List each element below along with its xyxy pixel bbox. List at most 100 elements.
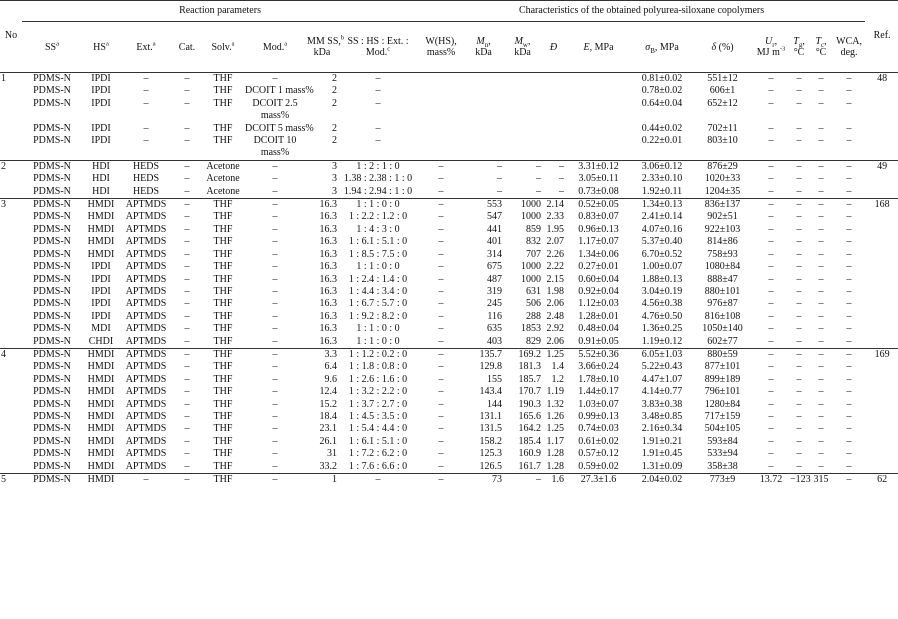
cell-mn: 675	[487, 261, 503, 273]
table-row: PDMS-N HMDI APTMDS – THF – 9.6 1 : 2.6 : 1.6 : …	[0, 374, 898, 386]
cell-wca: –	[846, 273, 852, 285]
cell-mmss: 16.3	[319, 261, 338, 273]
cell-mmss: 18.4	[319, 410, 338, 422]
cell-cat: –	[184, 85, 190, 97]
cell-mod: –	[272, 423, 278, 435]
cell-ur: –	[768, 223, 774, 235]
cell-ss: PDMS-N	[33, 248, 71, 260]
cell-d: 2.22	[546, 261, 565, 273]
cell-d: 1.17	[546, 435, 565, 447]
cell-mmss: 16.3	[319, 236, 338, 248]
cell-d: 1.25	[542, 347, 566, 362]
cell-wca: –	[846, 361, 852, 373]
cell-tg: –	[796, 135, 802, 147]
cell-hs: HMDI	[82, 198, 120, 212]
cell-mn: 547	[487, 211, 503, 223]
cell-tg: –	[796, 323, 802, 335]
cell-sigma: 1.31±0.09	[641, 460, 683, 472]
cell-wca: –	[846, 248, 852, 260]
cell-delta: 902±51	[707, 211, 738, 223]
cell-solv: THF	[213, 361, 233, 373]
cell-wca: –	[846, 236, 852, 248]
cell-ur: –	[768, 122, 774, 134]
cell-ratio: 1 : 1 : 0 : 0	[356, 261, 400, 273]
cell-ratio: 1 : 2.6 : 1.6 : 0	[348, 373, 408, 385]
cell-cat: –	[184, 273, 190, 285]
cell-d	[542, 98, 565, 123]
cell-delta: 922±103	[704, 223, 741, 235]
cell-cat: –	[172, 347, 202, 362]
cell-sigma: 1.19±0.12	[641, 335, 683, 347]
cell-e: 0.60±0.04	[578, 273, 619, 285]
cell-hs: HMDI	[87, 386, 115, 398]
cell-solv: THF	[213, 223, 233, 235]
cell-delta: 877±101	[704, 361, 741, 373]
cell-wca: –	[846, 261, 852, 273]
cell-ss: PDMS-N	[33, 85, 71, 97]
cell-ratio: 1.38 : 2.38 : 1 : 0	[343, 173, 413, 185]
cell-delta: 606±1	[709, 85, 736, 97]
cell-d: –	[559, 173, 565, 185]
cell-mn: 401	[487, 236, 503, 248]
cell-hs: HDI	[92, 185, 110, 197]
cell-cat: –	[184, 398, 190, 410]
cell-mw: 1853	[521, 323, 542, 335]
cell-ref	[865, 374, 898, 386]
cell-wca: –	[846, 223, 852, 235]
cell-ref: 169	[865, 347, 898, 362]
cell-solv: THF	[213, 285, 233, 297]
cell-ext: –	[143, 97, 149, 109]
cell-whs: –	[438, 448, 444, 460]
table-row: PDMS-N HMDI APTMDS – THF – 16.3 1 : 8.5 : 7.5 :…	[0, 249, 898, 261]
cell-whs: –	[438, 373, 444, 385]
cell-ext: APTMDS	[125, 236, 167, 248]
cell-hs: HMDI	[87, 435, 115, 447]
cell-tg: –	[796, 460, 802, 472]
cell-sigma: 4.14±0.77	[641, 386, 683, 398]
cell-tc: –	[818, 386, 824, 398]
cell-e: 0.73±0.08	[578, 185, 619, 197]
cell-tg: –	[796, 248, 802, 260]
cell-tc: –	[818, 122, 824, 134]
cell-mw	[503, 85, 542, 97]
cell-mn	[464, 85, 503, 97]
cell-no	[0, 173, 22, 185]
cell-ratio: 1 : 1 : 0 : 0	[356, 323, 400, 335]
cell-cat: –	[184, 122, 190, 134]
cell-hs: MDI	[91, 323, 111, 335]
cell-delta: 876±29	[692, 159, 754, 174]
cell-ref	[865, 135, 898, 160]
cell-d: 1.2	[551, 373, 565, 385]
cell-solv: THF	[213, 135, 233, 147]
cell-ext: APTMDS	[125, 248, 167, 260]
cell-cat: –	[184, 236, 190, 248]
cell-tg: –	[796, 211, 802, 223]
cell-ext: APTMDS	[125, 423, 167, 435]
cell-mod: –	[272, 373, 278, 385]
cell-ratio: 1 : 8.5 : 7.5 : 0	[348, 248, 408, 260]
cell-e: 27.3±1.6	[565, 473, 633, 487]
cell-delta: 1204±35	[704, 185, 741, 197]
cell-e: 1.03±0.07	[578, 398, 619, 410]
cell-ratio: –	[375, 122, 381, 134]
col-hs-header: HSa	[82, 21, 120, 73]
cell-d: 1.32	[546, 398, 565, 410]
cell-tg: –	[796, 298, 802, 310]
cell-ss: PDMS-N	[33, 460, 71, 472]
cell-ref	[865, 85, 898, 97]
cell-d	[542, 73, 565, 86]
cell-tg: –	[796, 361, 802, 373]
cell-mn	[464, 135, 503, 160]
cell-mn: 487	[487, 273, 503, 285]
cell-ref	[865, 236, 898, 248]
cell-sigma: 0.81±0.02	[641, 73, 683, 84]
cell-ref	[865, 323, 898, 335]
cell-sigma: 6.05±1.03	[632, 347, 693, 362]
cell-ratio: 1 : 6.7 : 5.7 : 0	[348, 298, 408, 310]
table-row: PDMS-N IPDI APTMDS – THF – 16.3 1 : 4.4 : 3.4 :…	[0, 286, 898, 298]
cell-tc: –	[818, 423, 824, 435]
cell-mw	[503, 73, 542, 86]
cell-delta: 758±93	[707, 248, 738, 260]
cell-ur: –	[768, 173, 774, 185]
cell-sigma: 3.48±0.85	[641, 410, 683, 422]
